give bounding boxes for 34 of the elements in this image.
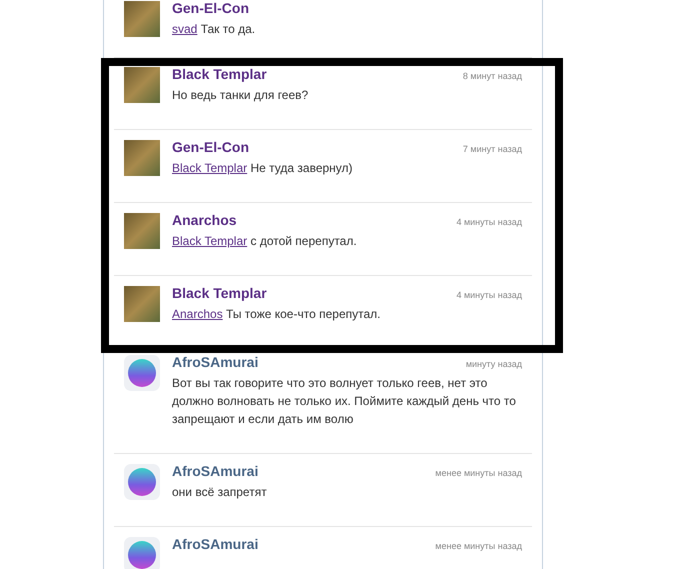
comment-text: Ты тоже кое-что перепутал. xyxy=(226,307,380,321)
comment-text: Вот вы так говорите что это волнует только геев, нет это должно волновать не только их. Поймите каждый день что то запрещают и если дать им волю xyxy=(172,376,516,426)
avatar-image xyxy=(124,286,160,322)
author-name[interactable]: AfroSAmurai xyxy=(172,463,258,479)
mention-link[interactable]: Black Templar xyxy=(172,161,248,175)
comment-text: с дотой перепутал. xyxy=(250,234,357,248)
avatar-image xyxy=(124,1,160,37)
comment-time: минуту назад xyxy=(466,359,522,369)
avatar-image xyxy=(124,213,160,249)
author-name[interactable]: Anarchos xyxy=(172,212,237,228)
author-name[interactable]: Gen-El-Con xyxy=(172,139,249,155)
author-name[interactable]: Black Templar xyxy=(172,285,267,301)
avatar-image xyxy=(124,355,160,391)
comment-time: 7 минут назад xyxy=(462,144,522,154)
mention-link[interactable]: svad xyxy=(172,22,198,36)
comment-text: Не туда завернул) xyxy=(250,161,353,175)
author-name[interactable]: Black Templar xyxy=(172,66,267,82)
comment-time: 8 минут назад xyxy=(462,71,522,81)
comment-time: менее минуты назад xyxy=(435,541,522,551)
author-name[interactable]: AfroSAmurai xyxy=(172,536,258,552)
comment-text: Так то да. xyxy=(200,22,256,36)
author-name[interactable]: Gen-El-Con xyxy=(172,0,249,16)
avatar-image xyxy=(124,67,160,103)
author-name[interactable]: AfroSAmurai xyxy=(172,354,258,370)
avatar-image xyxy=(124,464,160,500)
comment-text: они всё запретят xyxy=(172,485,267,499)
avatar-image xyxy=(124,537,160,569)
avatar-image xyxy=(124,140,160,176)
comment-time: 4 минуты назад xyxy=(456,217,522,227)
comment-time: менее минуты назад xyxy=(435,468,522,478)
comment-time: 4 минуты назад xyxy=(456,290,522,300)
mention-link[interactable]: Anarchos xyxy=(172,307,223,321)
comment-text: Но ведь танки для геев? xyxy=(172,88,308,102)
mention-link[interactable]: Black Templar xyxy=(172,234,248,248)
